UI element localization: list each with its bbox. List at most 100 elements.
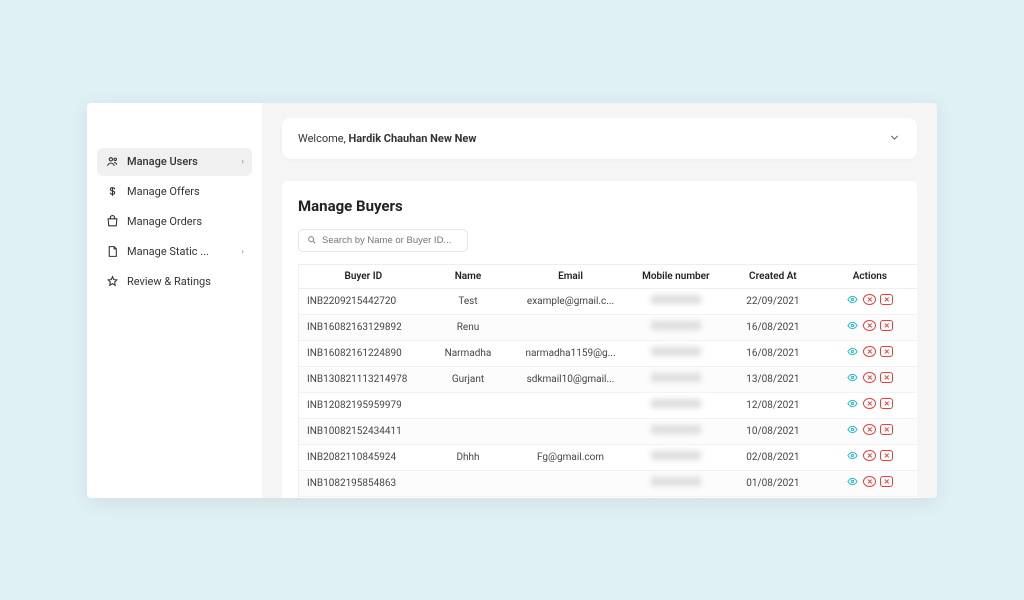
- blurred-mobile: [651, 477, 701, 486]
- cell-id: INB2209215442720: [299, 288, 424, 314]
- cell-mobile: [629, 366, 723, 392]
- welcome-bar[interactable]: Welcome, Hardik Chauhan New New: [282, 118, 917, 159]
- cell-name: [424, 418, 513, 444]
- cell-actions: ✕✕: [823, 366, 917, 392]
- cancel-icon[interactable]: ✕: [863, 372, 876, 383]
- cell-created: 01/08/2021: [723, 496, 823, 498]
- cancel-icon[interactable]: ✕: [863, 320, 876, 331]
- cancel-icon[interactable]: ✕: [863, 294, 876, 305]
- sidebar: Manage Users › Manage Offers Manage Orde…: [87, 103, 262, 498]
- chevron-right-icon: ›: [241, 247, 244, 257]
- col-header-actions: Actions: [823, 264, 917, 288]
- cell-id: INB10082152434411: [299, 418, 424, 444]
- chevron-right-icon: ›: [241, 157, 244, 167]
- cell-name: Test: [424, 288, 513, 314]
- cell-actions: ✕✕: [823, 496, 917, 498]
- sidebar-item-manage-offers[interactable]: Manage Offers: [97, 178, 252, 206]
- cell-email: narmadha1159@g...: [512, 340, 628, 366]
- delete-icon[interactable]: ✕: [880, 450, 893, 461]
- cancel-icon[interactable]: ✕: [863, 424, 876, 435]
- sidebar-item-label: Manage Static ...: [127, 245, 241, 258]
- cell-id: INB12082195959979: [299, 392, 424, 418]
- cell-email: example@gmail.c...: [512, 288, 628, 314]
- view-icon[interactable]: [846, 450, 859, 461]
- delete-icon[interactable]: ✕: [880, 424, 893, 435]
- sidebar-item-label: Manage Orders: [127, 215, 244, 228]
- delete-icon[interactable]: ✕: [880, 398, 893, 409]
- cell-mobile: [629, 340, 723, 366]
- bag-icon: [105, 215, 119, 229]
- cell-created: 10/08/2021: [723, 418, 823, 444]
- delete-icon[interactable]: ✕: [880, 346, 893, 357]
- view-icon[interactable]: [846, 398, 859, 409]
- delete-icon[interactable]: ✕: [880, 320, 893, 331]
- welcome-prefix: Welcome,: [298, 132, 349, 145]
- view-icon[interactable]: [846, 294, 859, 305]
- sidebar-item-manage-orders[interactable]: Manage Orders: [97, 208, 252, 236]
- delete-icon[interactable]: ✕: [880, 476, 893, 487]
- cell-name: Renu: [424, 314, 513, 340]
- content-card: Manage Buyers Buyer ID Name Email Mobile…: [282, 181, 917, 498]
- cell-mobile: [629, 444, 723, 470]
- cell-email: [512, 392, 628, 418]
- cell-id: INB1082195854863: [299, 470, 424, 496]
- cell-id: INB16082161224890: [299, 340, 424, 366]
- table-row: INB108219585486301/08/2021✕✕: [299, 470, 918, 496]
- search-input[interactable]: [322, 235, 459, 246]
- table-row: INB1008215243441110/08/2021✕✕: [299, 418, 918, 444]
- cell-actions: ✕✕: [823, 444, 917, 470]
- delete-icon[interactable]: ✕: [880, 294, 893, 305]
- cell-mobile: [629, 392, 723, 418]
- cell-created: 12/08/2021: [723, 392, 823, 418]
- cancel-icon[interactable]: ✕: [863, 398, 876, 409]
- cell-mobile: [629, 470, 723, 496]
- table-row: INB12082195959979 12/08/2021 ✕ ✕: [299, 392, 918, 418]
- cell-created: 22/09/2021: [723, 288, 823, 314]
- table-header-row: Buyer ID Name Email Mobile number Create…: [299, 264, 918, 288]
- app-shell: Manage Users › Manage Offers Manage Orde…: [87, 103, 937, 498]
- col-header-id: Buyer ID: [299, 264, 424, 288]
- cell-created: 13/08/2021: [723, 366, 823, 392]
- table-row: INB16082161224890Narmadhanarmadha1159@g.…: [299, 340, 918, 366]
- cell-actions: ✕✕: [823, 340, 917, 366]
- cell-actions: ✕✕: [823, 418, 917, 444]
- cell-email: Fg@gmail.com: [512, 444, 628, 470]
- blurred-mobile: [651, 347, 701, 356]
- table-row: INB108218112889001/08/2021✕✕: [299, 496, 918, 498]
- chevron-down-icon[interactable]: [888, 129, 901, 148]
- cell-id: INB130821113214978: [299, 366, 424, 392]
- col-header-name: Name: [424, 264, 513, 288]
- cell-email: [512, 496, 628, 498]
- cancel-icon[interactable]: ✕: [863, 346, 876, 357]
- cell-mobile: [629, 288, 723, 314]
- cell-name: Gurjant: [424, 366, 513, 392]
- star-icon: [105, 275, 119, 289]
- view-icon[interactable]: [846, 424, 859, 435]
- search-box[interactable]: [298, 229, 468, 252]
- cell-created: 16/08/2021: [723, 314, 823, 340]
- cancel-icon[interactable]: ✕: [863, 450, 876, 461]
- cell-actions: ✕✕: [823, 288, 917, 314]
- welcome-text: Welcome, Hardik Chauhan New New: [298, 132, 476, 145]
- col-header-email: Email: [512, 264, 628, 288]
- users-icon: [105, 155, 119, 169]
- doc-icon: [105, 245, 119, 259]
- blurred-mobile: [651, 295, 701, 304]
- col-header-mobile: Mobile number: [629, 264, 723, 288]
- page-title: Manage Buyers: [282, 197, 917, 215]
- sidebar-item-manage-static[interactable]: Manage Static ... ›: [97, 238, 252, 266]
- view-icon[interactable]: [846, 346, 859, 357]
- delete-icon[interactable]: ✕: [880, 372, 893, 383]
- cell-name: Dhhh: [424, 444, 513, 470]
- sidebar-item-label: Review & Ratings: [127, 275, 244, 288]
- sidebar-item-review-ratings[interactable]: Review & Ratings: [97, 268, 252, 296]
- view-icon[interactable]: [846, 372, 859, 383]
- sidebar-item-manage-users[interactable]: Manage Users ›: [97, 148, 252, 176]
- view-icon[interactable]: [846, 476, 859, 487]
- col-header-created: Created At: [723, 264, 823, 288]
- blurred-mobile: [651, 373, 701, 382]
- cancel-icon[interactable]: ✕: [863, 476, 876, 487]
- cell-mobile: [629, 418, 723, 444]
- sidebar-item-label: Manage Offers: [127, 185, 244, 198]
- view-icon[interactable]: [846, 320, 859, 331]
